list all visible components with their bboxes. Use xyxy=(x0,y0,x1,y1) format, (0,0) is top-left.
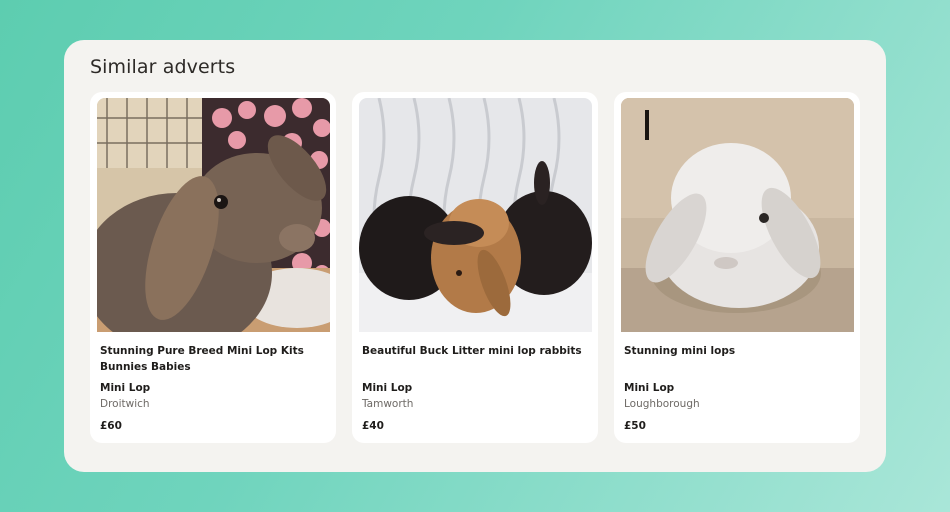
section-heading: Similar adverts xyxy=(90,56,236,78)
similar-adverts-panel: Similar adverts Stunning Pure Breed Mini… xyxy=(64,40,886,472)
advert-title[interactable]: Stunning mini lops xyxy=(624,344,852,360)
advert-photo-brown-lop-rabbit[interactable] xyxy=(97,98,330,332)
advert-card[interactable]: Beautiful Buck Litter mini lop rabbits M… xyxy=(352,92,598,443)
advert-breed: Mini Lop xyxy=(362,382,413,394)
advert-location: Loughborough xyxy=(624,398,700,410)
advert-location: Tamworth xyxy=(362,398,414,410)
advert-price: £50 xyxy=(624,420,646,432)
advert-price: £40 xyxy=(362,420,384,432)
advert-card[interactable]: Stunning mini lops Mini Lop Loughborough… xyxy=(614,92,860,443)
advert-title[interactable]: Stunning Pure Breed Mini Lop Kits Bunnie… xyxy=(100,344,328,375)
advert-breed: Mini Lop xyxy=(100,382,151,394)
advert-photo-white-lop-rabbit[interactable] xyxy=(621,98,854,332)
advert-price: £60 xyxy=(100,420,122,432)
advert-title[interactable]: Beautiful Buck Litter mini lop rabbits xyxy=(362,344,590,360)
advert-location: Droitwich xyxy=(100,398,150,410)
advert-breed: Mini Lop xyxy=(624,382,675,394)
advert-photo-rabbit-litter[interactable] xyxy=(359,98,592,332)
advert-card[interactable]: Stunning Pure Breed Mini Lop Kits Bunnie… xyxy=(90,92,336,443)
